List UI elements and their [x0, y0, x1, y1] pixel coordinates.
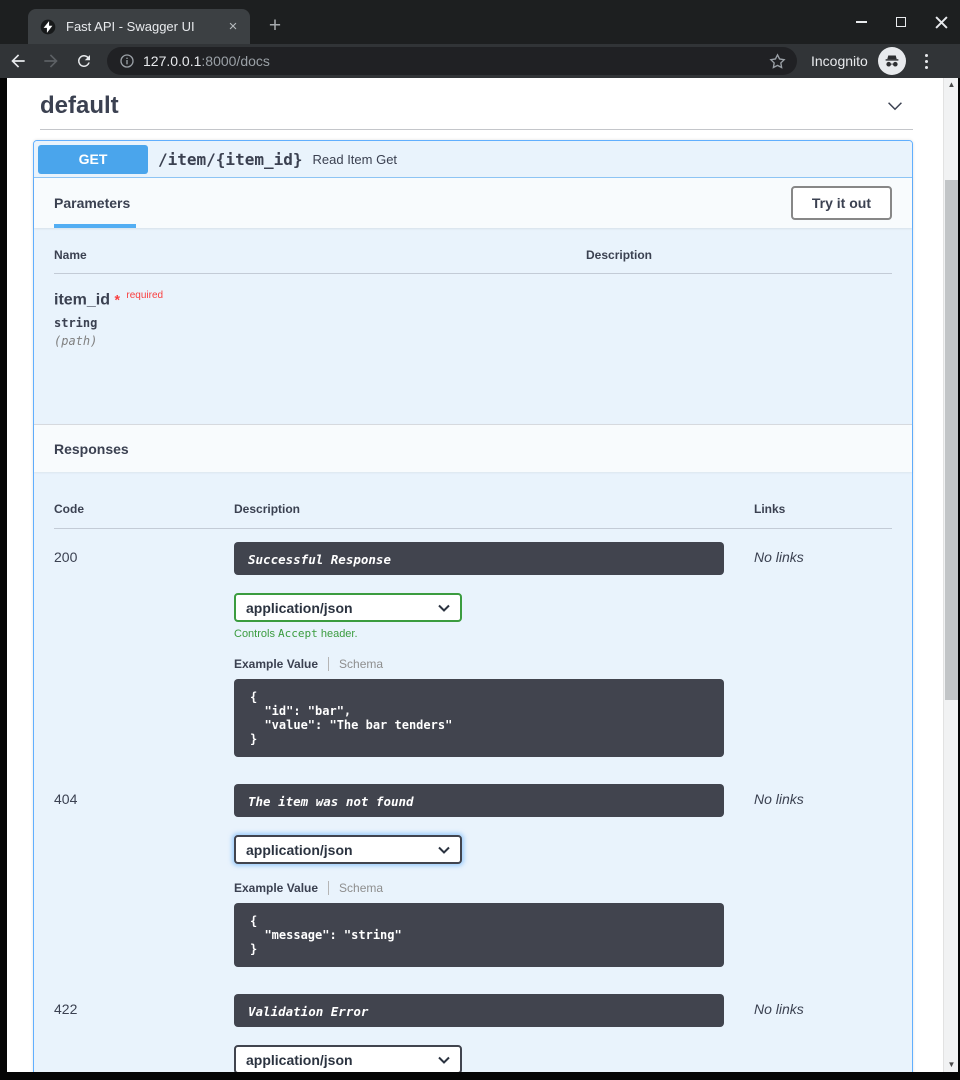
browser-toolbar: 127.0.0.1:8000/docs Incognito — [0, 44, 960, 78]
resp-col-links: Links — [754, 502, 892, 529]
tab-example-value[interactable]: Example Value — [234, 881, 329, 895]
try-it-out-button[interactable]: Try it out — [791, 186, 892, 220]
response-description-panel: The item was not found — [234, 784, 724, 817]
response-links: No links — [754, 542, 892, 771]
url-text[interactable]: 127.0.0.1:8000/docs — [143, 53, 768, 69]
response-row-200: 200 Successful Response application/json… — [54, 529, 892, 771]
select-chevron-icon — [438, 846, 450, 854]
resp-col-code: Code — [54, 502, 234, 529]
example-json: { "id": "bar", "value": "The bar tenders… — [234, 679, 724, 757]
response-row-404: 404 The item was not found application/j… — [54, 771, 892, 981]
minimize-button[interactable] — [848, 9, 874, 35]
response-links: No links — [754, 994, 892, 1072]
media-type-select[interactable]: application/json — [234, 1045, 462, 1072]
response-row-422: 422 Validation Error application/json Ex… — [54, 981, 892, 1072]
responses-header: Responses — [34, 424, 912, 472]
select-chevron-icon — [438, 604, 450, 612]
scroll-up-icon[interactable]: ▲ — [944, 78, 958, 92]
page-viewport: default GET /item/{item_id} Read Item Ge… — [7, 78, 958, 1072]
new-tab-button[interactable]: + — [262, 13, 288, 39]
response-description-panel: Validation Error — [234, 994, 724, 1027]
response-description-panel: Successful Response — [234, 542, 724, 575]
page-info-icon[interactable] — [119, 53, 135, 69]
resp-col-description: Description — [234, 502, 754, 529]
response-code: 404 — [54, 784, 234, 981]
tab-schema[interactable]: Schema — [329, 657, 383, 671]
tag-title: default — [40, 92, 119, 120]
http-method-badge: GET — [38, 145, 148, 174]
controls-accept-note: Controls Accept header. — [234, 627, 754, 640]
example-json: { "message": "string" } — [234, 903, 724, 967]
required-asterisk: * — [114, 291, 119, 307]
operation-summary-text: Read Item Get — [313, 152, 398, 167]
responses-body: Code Description Links 200 Successful Re… — [34, 472, 912, 1072]
forward-button[interactable] — [36, 47, 66, 75]
scrollbar-thumb[interactable] — [945, 180, 958, 700]
fastapi-favicon-icon — [40, 19, 56, 35]
browser-menu-icon[interactable] — [914, 48, 940, 74]
close-button[interactable] — [928, 9, 954, 35]
response-code: 422 — [54, 994, 234, 1072]
operation-block: GET /item/{item_id} Read Item Get Parame… — [33, 140, 913, 1072]
tab-title: Fast API - Swagger UI — [66, 19, 218, 34]
bookmark-star-icon[interactable] — [768, 52, 787, 71]
tab-close-icon[interactable]: × — [224, 18, 242, 36]
incognito-indicator: Incognito — [811, 47, 906, 75]
parameters-header: Parameters Try it out — [34, 178, 912, 228]
incognito-label: Incognito — [811, 53, 868, 69]
address-bar[interactable]: 127.0.0.1:8000/docs — [107, 47, 797, 75]
tab-example-value[interactable]: Example Value — [234, 657, 329, 671]
parameter-location: (path) — [54, 334, 586, 348]
select-chevron-icon — [438, 1056, 450, 1064]
media-type-select[interactable]: application/json — [234, 835, 462, 864]
response-links: No links — [754, 784, 892, 981]
page-scrollbar[interactable]: ▲ ▼ — [943, 78, 958, 1072]
parameter-type: string — [54, 316, 586, 330]
back-button[interactable] — [3, 47, 33, 75]
window-controls — [848, 0, 954, 44]
param-col-description: Description — [586, 248, 892, 274]
tab-strip: Fast API - Swagger UI × + — [0, 0, 960, 44]
responses-title: Responses — [54, 441, 129, 457]
media-type-select[interactable]: application/json — [234, 593, 462, 622]
operation-summary[interactable]: GET /item/{item_id} Read Item Get — [34, 141, 912, 178]
tag-section-header[interactable]: default — [33, 92, 913, 120]
response-code: 200 — [54, 542, 234, 771]
reload-button[interactable] — [69, 47, 99, 75]
operation-path: /item/{item_id} — [158, 150, 303, 169]
section-divider — [40, 129, 913, 130]
chevron-down-icon[interactable] — [884, 95, 906, 117]
required-label: required — [126, 290, 163, 301]
parameters-body: Name Description item_id * required stri… — [34, 228, 912, 424]
tab-parameters[interactable]: Parameters — [54, 178, 130, 228]
param-col-name: Name — [54, 248, 586, 274]
browser-tab[interactable]: Fast API - Swagger UI × — [28, 9, 250, 44]
incognito-icon — [878, 47, 906, 75]
scroll-down-icon[interactable]: ▼ — [944, 1058, 958, 1072]
parameter-name: item_id — [54, 291, 110, 308]
maximize-button[interactable] — [888, 9, 914, 35]
tab-schema[interactable]: Schema — [329, 881, 383, 895]
parameter-row: item_id * required string (path) — [54, 274, 586, 348]
